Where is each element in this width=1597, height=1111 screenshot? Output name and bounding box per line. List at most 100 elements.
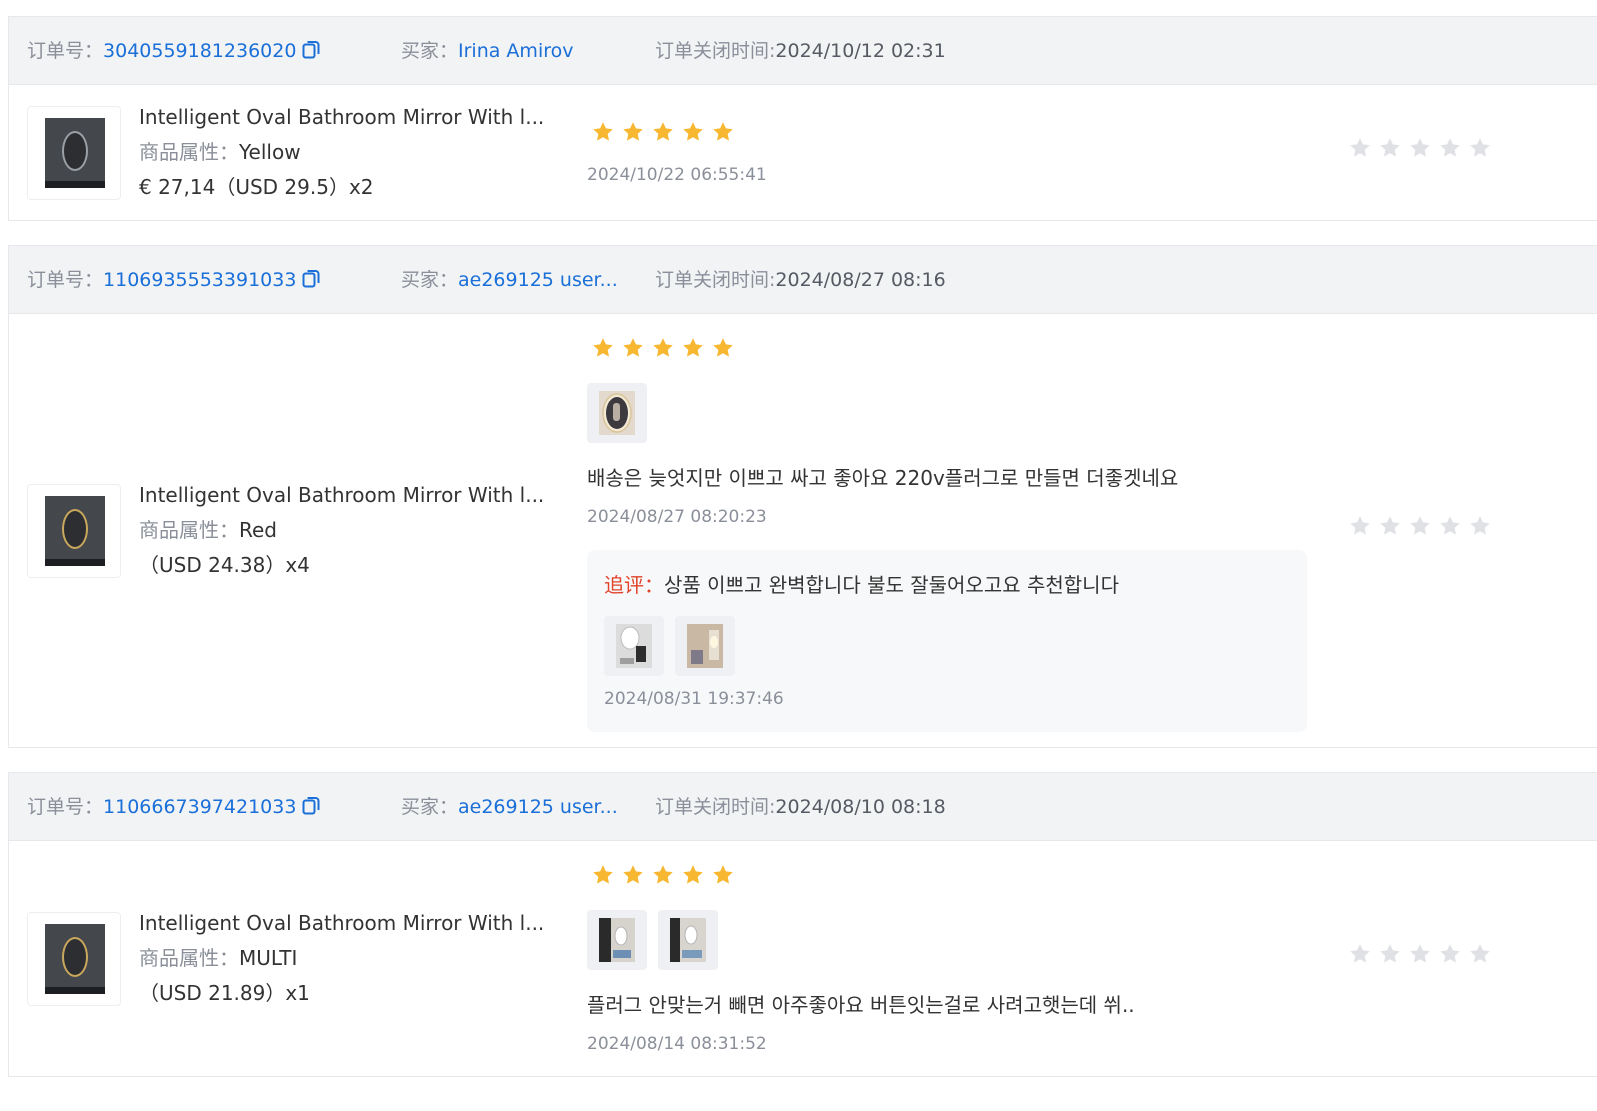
attribute-label: 商品属性： <box>139 518 239 542</box>
product-thumbnail[interactable] <box>27 912 121 1006</box>
oval-mirror-thumbnail <box>45 118 105 188</box>
copy-icon[interactable] <box>302 269 320 289</box>
mirror-on-wall-photo[interactable] <box>604 616 664 676</box>
review-time: 2024/08/27 08:20:23 <box>587 507 767 527</box>
order-card: 订单号：1106935553391033 买家：ae269125 user...… <box>8 245 1597 748</box>
star-icon[interactable] <box>1438 136 1462 160</box>
product-info: Intelligent Oval Bathroom Mirror With l.… <box>139 478 544 583</box>
followup-label: 追评： <box>604 573 664 597</box>
star-icon <box>713 122 733 141</box>
reply-rating-stars[interactable] <box>1348 942 1492 966</box>
product-title[interactable]: Intelligent Oval Bathroom Mirror With l.… <box>139 906 544 941</box>
buyer-field: 买家：Irina Amirov <box>401 17 573 85</box>
buyer-label: 买家： <box>401 269 459 291</box>
review-time: 2024/10/22 06:55:41 <box>587 165 767 185</box>
order-number-link[interactable]: 3040559181236020 <box>103 40 296 62</box>
review-rating <box>591 863 735 887</box>
order-number-link[interactable]: 1106935553391033 <box>103 269 296 291</box>
close-time-label: 订单关闭时间: <box>655 796 776 818</box>
order-number-field: 订单号：3040559181236020 <box>27 17 320 85</box>
attribute-value: Yellow <box>239 140 301 164</box>
attribute-value: Red <box>239 518 277 542</box>
attribute-label: 商品属性： <box>139 946 239 970</box>
star-icon[interactable] <box>1408 514 1432 538</box>
vanity-mirror-photo[interactable] <box>587 910 647 970</box>
order-card: 订单号：3040559181236020 买家：Irina Amirov 订单关… <box>8 16 1597 221</box>
order-header: 订单号：3040559181236020 买家：Irina Amirov 订单关… <box>9 17 1597 85</box>
oval-mirror-thumbnail <box>45 924 105 994</box>
close-time-field: 订单关闭时间:2024/10/12 02:31 <box>655 17 946 85</box>
buyer-link[interactable]: Irina Amirov <box>458 40 573 62</box>
product-title[interactable]: Intelligent Oval Bathroom Mirror With l.… <box>139 478 544 513</box>
attribute-label: 商品属性： <box>139 140 239 164</box>
photo-image <box>616 624 652 668</box>
copy-icon[interactable] <box>302 796 320 816</box>
order-number-label: 订单号： <box>27 40 104 62</box>
order-number-label: 订单号： <box>27 269 104 291</box>
vanity-mirror-photo-2[interactable] <box>658 910 718 970</box>
star-icon[interactable] <box>1468 136 1492 160</box>
product-price: （USD 24.38）x4 <box>139 553 310 577</box>
close-time-field: 订单关闭时间:2024/08/27 08:16 <box>655 246 946 314</box>
star-icon <box>653 338 673 357</box>
close-time-value: 2024/08/27 08:16 <box>775 269 946 291</box>
close-time-label: 订单关闭时间: <box>655 40 776 62</box>
buyer-field: 买家：ae269125 user... <box>401 246 618 314</box>
review-text: 플러그 안맞는거 빼면 아주좋아요 버튼잇는걸로 사려고햇는데 쒸.. <box>587 993 1135 1017</box>
star-icon <box>653 122 673 141</box>
star-icon[interactable] <box>1468 942 1492 966</box>
order-body: Intelligent Oval Bathroom Mirror With l.… <box>9 841 1597 1077</box>
product-thumbnail[interactable] <box>27 484 121 578</box>
star-icon <box>593 122 613 141</box>
product-attribute: 商品属性：Yellow <box>139 135 544 170</box>
star-icon <box>713 338 733 357</box>
order-number-field: 订单号：1106667397421033 <box>27 773 320 841</box>
oval-mirror-photo[interactable] <box>587 383 647 443</box>
followup-text-line: 追评：상품 이쁘고 완벽합니다 불도 잘둘어오고요 추천합니다 <box>604 569 1119 598</box>
buyer-field: 买家：ae269125 user... <box>401 773 618 841</box>
star-icon[interactable] <box>1378 942 1402 966</box>
photo-image <box>687 624 723 668</box>
star-icon[interactable] <box>1378 136 1402 160</box>
star-icon[interactable] <box>1408 136 1432 160</box>
product-thumbnail[interactable] <box>27 106 121 200</box>
order-number-link[interactable]: 1106667397421033 <box>103 796 296 818</box>
star-icon <box>593 338 613 357</box>
photo-image <box>670 918 706 962</box>
bathroom-mirror-photo[interactable] <box>675 616 735 676</box>
reply-rating-stars[interactable] <box>1348 514 1492 538</box>
photo-image <box>599 391 635 435</box>
star-icon[interactable] <box>1378 514 1402 538</box>
star-icon <box>623 865 643 884</box>
review-time: 2024/08/14 08:31:52 <box>587 1034 767 1054</box>
copy-icon[interactable] <box>302 40 320 60</box>
buyer-link[interactable]: ae269125 user... <box>458 796 618 818</box>
star-icon[interactable] <box>1348 514 1372 538</box>
product-price: € 27,14（USD 29.5）x2 <box>139 175 374 199</box>
close-time-field: 订单关闭时间:2024/08/10 08:18 <box>655 773 946 841</box>
star-icon <box>683 122 703 141</box>
buyer-label: 买家： <box>401 796 459 818</box>
review-rating <box>591 120 735 144</box>
followup-review: 追评：상품 이쁘고 완벽합니다 불도 잘둘어오고요 추천합니다 2024/08/… <box>587 550 1307 732</box>
oval-mirror-thumbnail <box>45 496 105 566</box>
star-icon[interactable] <box>1468 514 1492 538</box>
star-icon[interactable] <box>1348 942 1372 966</box>
product-attribute: 商品属性：MULTI <box>139 941 544 976</box>
order-number-field: 订单号：1106935553391033 <box>27 246 320 314</box>
buyer-link[interactable]: ae269125 user... <box>458 269 618 291</box>
close-time-value: 2024/08/10 08:18 <box>775 796 946 818</box>
order-body: Intelligent Oval Bathroom Mirror With l.… <box>9 314 1597 748</box>
star-icon <box>623 122 643 141</box>
star-icon <box>713 865 733 884</box>
close-time-label: 订单关闭时间: <box>655 269 776 291</box>
star-icon[interactable] <box>1438 514 1462 538</box>
star-icon <box>593 865 613 884</box>
product-title[interactable]: Intelligent Oval Bathroom Mirror With l.… <box>139 100 544 135</box>
star-icon[interactable] <box>1408 942 1432 966</box>
reply-rating-stars[interactable] <box>1348 136 1492 160</box>
product-info: Intelligent Oval Bathroom Mirror With l.… <box>139 906 544 1011</box>
star-icon <box>683 865 703 884</box>
star-icon[interactable] <box>1348 136 1372 160</box>
star-icon[interactable] <box>1438 942 1462 966</box>
